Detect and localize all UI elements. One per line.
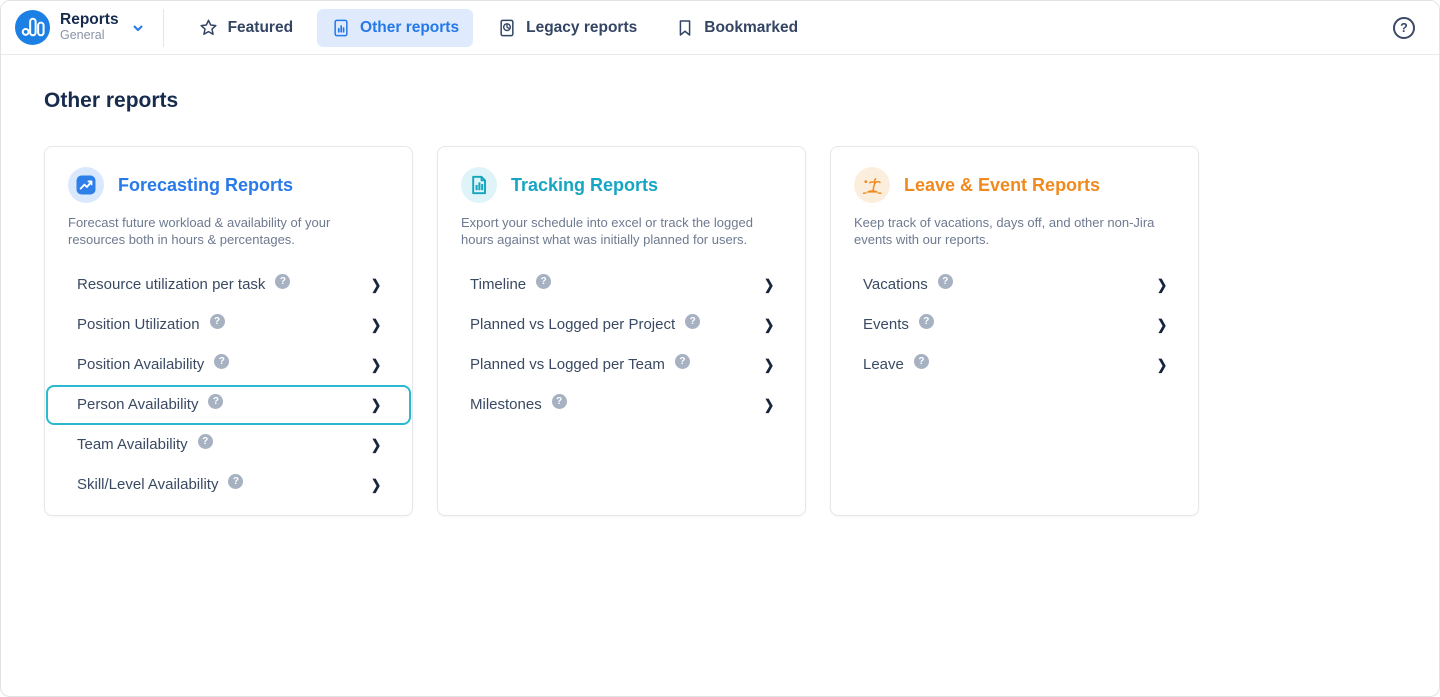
report-item-label: Planned vs Logged per Team — [470, 356, 665, 374]
report-list-item[interactable]: Position Utilization ? ❯ — [45, 305, 412, 345]
card-description: Forecast future workload & availability … — [68, 215, 331, 247]
report-item-label: Events — [863, 316, 909, 334]
help-icon[interactable]: ? — [685, 314, 701, 330]
card-description: Export your schedule into excel or track… — [461, 215, 753, 247]
help-icon[interactable]: ? — [551, 394, 567, 410]
report-list-item[interactable]: Person Availability ? ❯ — [46, 384, 411, 425]
help-icon[interactable]: ? — [937, 274, 953, 290]
page-title: Other reports — [44, 89, 179, 112]
main-content: Other reports Forecasting Reports Foreca… — [1, 55, 1439, 516]
chevron-right-icon: ❯ — [370, 276, 381, 293]
help-icon[interactable]: ? — [209, 314, 225, 330]
star-icon — [198, 17, 219, 38]
app-window: Reports General Featured Other reports L… — [0, 0, 1440, 697]
report-list: Timeline ? ❯ Planned vs Logged per Proje… — [438, 265, 805, 425]
nav-divider — [162, 8, 164, 47]
bookmark-icon — [675, 18, 695, 38]
chevron-right-icon: ❯ — [763, 356, 774, 373]
card-forecasting-reports: Forecasting Reports Forecast future work… — [44, 146, 413, 516]
report-list: Resource utilization per task ? ❯ Positi… — [45, 265, 412, 505]
report-item-label: Timeline — [470, 276, 527, 294]
chevron-right-icon: ❯ — [370, 356, 381, 373]
report-list-item[interactable]: Timeline ? ❯ — [438, 265, 805, 305]
help-icon[interactable]: ? — [913, 354, 929, 370]
reports-logo-icon — [15, 10, 50, 45]
legacy-report-icon — [497, 18, 517, 38]
tab-label: Other reports — [360, 18, 460, 36]
chevron-right-icon: ❯ — [370, 396, 381, 413]
help-icon[interactable]: ? — [536, 274, 552, 290]
help-icon[interactable]: ? — [674, 354, 690, 370]
chevron-down-icon[interactable] — [131, 21, 145, 35]
tab-label: Bookmarked — [704, 18, 799, 36]
report-list-item[interactable]: Events ? ❯ — [831, 305, 1198, 345]
report-list-item[interactable]: Team Availability ? ❯ — [45, 425, 412, 465]
report-item-label: Team Availability — [77, 436, 188, 454]
help-icon[interactable]: ? — [1393, 16, 1415, 39]
report-item-label: Milestones — [470, 396, 542, 414]
top-navigation: Reports General Featured Other reports L… — [1, 1, 1439, 55]
help-icon[interactable]: ? — [275, 274, 291, 290]
help-icon[interactable]: ? — [918, 314, 934, 330]
chevron-right-icon: ❯ — [1156, 316, 1167, 333]
chevron-right-icon: ❯ — [1156, 276, 1167, 293]
chevron-right-icon: ❯ — [370, 436, 381, 453]
reports-app-switcher[interactable]: Reports General — [15, 10, 145, 45]
report-list-item[interactable]: Skill/Level Availability ? ❯ — [45, 465, 412, 505]
card-title: Leave & Event Reports — [904, 174, 1101, 195]
report-cards: Forecasting Reports Forecast future work… — [44, 146, 1396, 516]
report-list-item[interactable]: Resource utilization per task ? ❯ — [45, 265, 412, 305]
card-leave-event-reports: Leave & Event Reports Keep track of vaca… — [830, 146, 1199, 516]
tab-other-reports[interactable]: Other reports — [317, 8, 474, 47]
report-list: Vacations ? ❯ Events ? ❯ Leave ? ❯ — [831, 265, 1198, 385]
report-list-item[interactable]: Vacations ? ❯ — [831, 265, 1198, 305]
help-icon[interactable]: ? — [214, 354, 230, 370]
card-description: Keep track of vacations, days off, and o… — [854, 215, 1155, 247]
report-list-item[interactable]: Milestones ? ❯ — [438, 385, 805, 425]
report-item-label: Skill/Level Availability — [77, 476, 219, 494]
report-item-label: Leave — [863, 356, 904, 374]
trend-up-icon — [68, 167, 104, 203]
document-chart-icon — [461, 167, 497, 203]
tab-label: Legacy reports — [526, 18, 638, 36]
help-icon[interactable]: ? — [208, 394, 224, 410]
chevron-right-icon: ❯ — [763, 396, 774, 413]
chevron-right-icon: ❯ — [370, 476, 381, 493]
report-document-icon — [331, 18, 351, 38]
tab-label: Featured — [227, 18, 294, 36]
report-list-item[interactable]: Position Availability ? ❯ — [45, 345, 412, 385]
report-item-label: Position Availability — [77, 356, 205, 374]
chevron-right-icon: ❯ — [763, 276, 774, 293]
card-title: Tracking Reports — [511, 174, 659, 195]
card-title: Forecasting Reports — [118, 174, 294, 195]
report-list-item[interactable]: Leave ? ❯ — [831, 345, 1198, 385]
chevron-right-icon: ❯ — [763, 316, 774, 333]
app-subtitle: General — [60, 28, 105, 43]
report-item-label: Vacations — [863, 276, 928, 294]
help-icon[interactable]: ? — [228, 474, 244, 490]
report-item-label: Planned vs Logged per Project — [470, 316, 676, 334]
chevron-right-icon: ❯ — [370, 316, 381, 333]
report-item-label: Position Utilization — [77, 316, 200, 334]
report-list-item[interactable]: Planned vs Logged per Project ? ❯ — [438, 305, 805, 345]
report-item-label: Person Availability — [77, 396, 199, 414]
tab-bookmarked[interactable]: Bookmarked — [661, 9, 812, 47]
help-icon[interactable]: ? — [197, 434, 213, 450]
chevron-right-icon: ❯ — [1156, 356, 1167, 373]
report-list-item[interactable]: Planned vs Logged per Team ? ❯ — [438, 345, 805, 385]
tab-legacy-reports[interactable]: Legacy reports — [483, 9, 651, 47]
tab-featured[interactable]: Featured — [184, 9, 307, 47]
report-item-label: Resource utilization per task — [77, 276, 266, 294]
card-tracking-reports: Tracking Reports Export your schedule in… — [437, 146, 806, 516]
palm-island-icon — [854, 167, 890, 203]
app-title: Reports — [60, 11, 119, 29]
report-tabs: Featured Other reports Legacy reports Bo… — [184, 8, 813, 47]
